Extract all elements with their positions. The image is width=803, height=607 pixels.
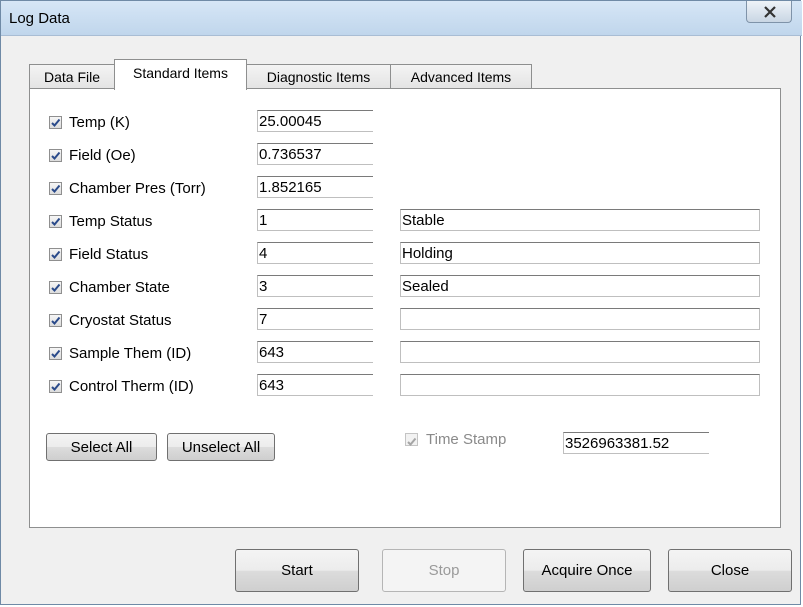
item-label: Chamber State [69, 279, 170, 296]
checkmark-icon [51, 316, 61, 325]
item-checkbox-control-therm[interactable] [49, 380, 62, 393]
acquire-once-button[interactable]: Acquire Once [523, 549, 651, 592]
item-value-sample-therm[interactable]: 643 [257, 341, 373, 363]
item-checkbox-cryostat-status[interactable] [49, 314, 62, 327]
item-status-field-status[interactable]: Holding [400, 242, 760, 264]
checkmark-icon [51, 217, 61, 226]
item-label: Sample Them (ID) [69, 345, 192, 362]
checkmark-icon [51, 283, 61, 292]
select-all-button[interactable]: Select All [46, 433, 157, 461]
checkmark-icon [407, 437, 417, 446]
checkmark-icon [51, 349, 61, 358]
window-title: Log Data [9, 10, 70, 27]
item-status-cryostat-status[interactable] [400, 308, 760, 330]
item-status-control-therm[interactable] [400, 374, 760, 396]
checkmark-icon [51, 184, 61, 193]
log-data-window: Log Data Data File Standard Items Diagno… [0, 0, 802, 605]
checkmark-icon [51, 382, 61, 391]
checkmark-icon [51, 250, 61, 259]
item-value-chamber-state[interactable]: 3 [257, 275, 373, 297]
tab-standard-items[interactable]: Standard Items [114, 59, 247, 90]
item-status-temp-status[interactable]: Stable [400, 209, 760, 231]
item-label: Control Therm (ID) [69, 378, 194, 395]
item-checkbox-field-status[interactable] [49, 248, 62, 261]
window-close-button[interactable] [746, 1, 792, 23]
item-checkbox-field[interactable] [49, 149, 62, 162]
item-checkbox-temp[interactable] [49, 116, 62, 129]
unselect-all-button[interactable]: Unselect All [167, 433, 275, 461]
item-checkbox-chamber-state[interactable] [49, 281, 62, 294]
tab-diagnostic-items[interactable]: Diagnostic Items [246, 64, 391, 89]
item-label: Cryostat Status [69, 312, 172, 329]
item-label: Temp (K) [69, 114, 130, 131]
item-label: Temp Status [69, 213, 153, 230]
item-value-control-therm[interactable]: 643 [257, 374, 373, 396]
item-value-field-status[interactable]: 4 [257, 242, 373, 264]
timestamp-checkbox[interactable] [405, 433, 418, 446]
item-value-temp-status[interactable]: 1 [257, 209, 373, 231]
item-value-cryostat-status[interactable]: 7 [257, 308, 373, 330]
tab-advanced-items[interactable]: Advanced Items [390, 64, 532, 89]
item-checkbox-chamber-pres[interactable] [49, 182, 62, 195]
item-checkbox-sample-therm[interactable] [49, 347, 62, 360]
item-value-field[interactable]: 0.736537 [257, 143, 373, 165]
item-status-sample-therm[interactable] [400, 341, 760, 363]
stop-button[interactable]: Stop [382, 549, 506, 592]
item-value-chamber-pres[interactable]: 1.852165 [257, 176, 373, 198]
item-label: Field Status [69, 246, 149, 263]
item-label: Field (Oe) [69, 147, 136, 164]
item-value-temp[interactable]: 25.00045 [257, 110, 373, 132]
checkmark-icon [51, 151, 61, 160]
close-button[interactable]: Close [668, 549, 792, 592]
close-icon [764, 6, 776, 18]
timestamp-value[interactable]: 3526963381.52 [563, 432, 709, 454]
start-button[interactable]: Start [235, 549, 359, 592]
title-bar: Log Data [1, 1, 802, 36]
item-label: Chamber Pres (Torr) [69, 180, 206, 197]
checkmark-icon [51, 118, 61, 127]
item-status-chamber-state[interactable]: Sealed [400, 275, 760, 297]
item-checkbox-temp-status[interactable] [49, 215, 62, 228]
timestamp-label: Time Stamp [426, 431, 507, 448]
tab-data-file[interactable]: Data File [29, 64, 115, 89]
